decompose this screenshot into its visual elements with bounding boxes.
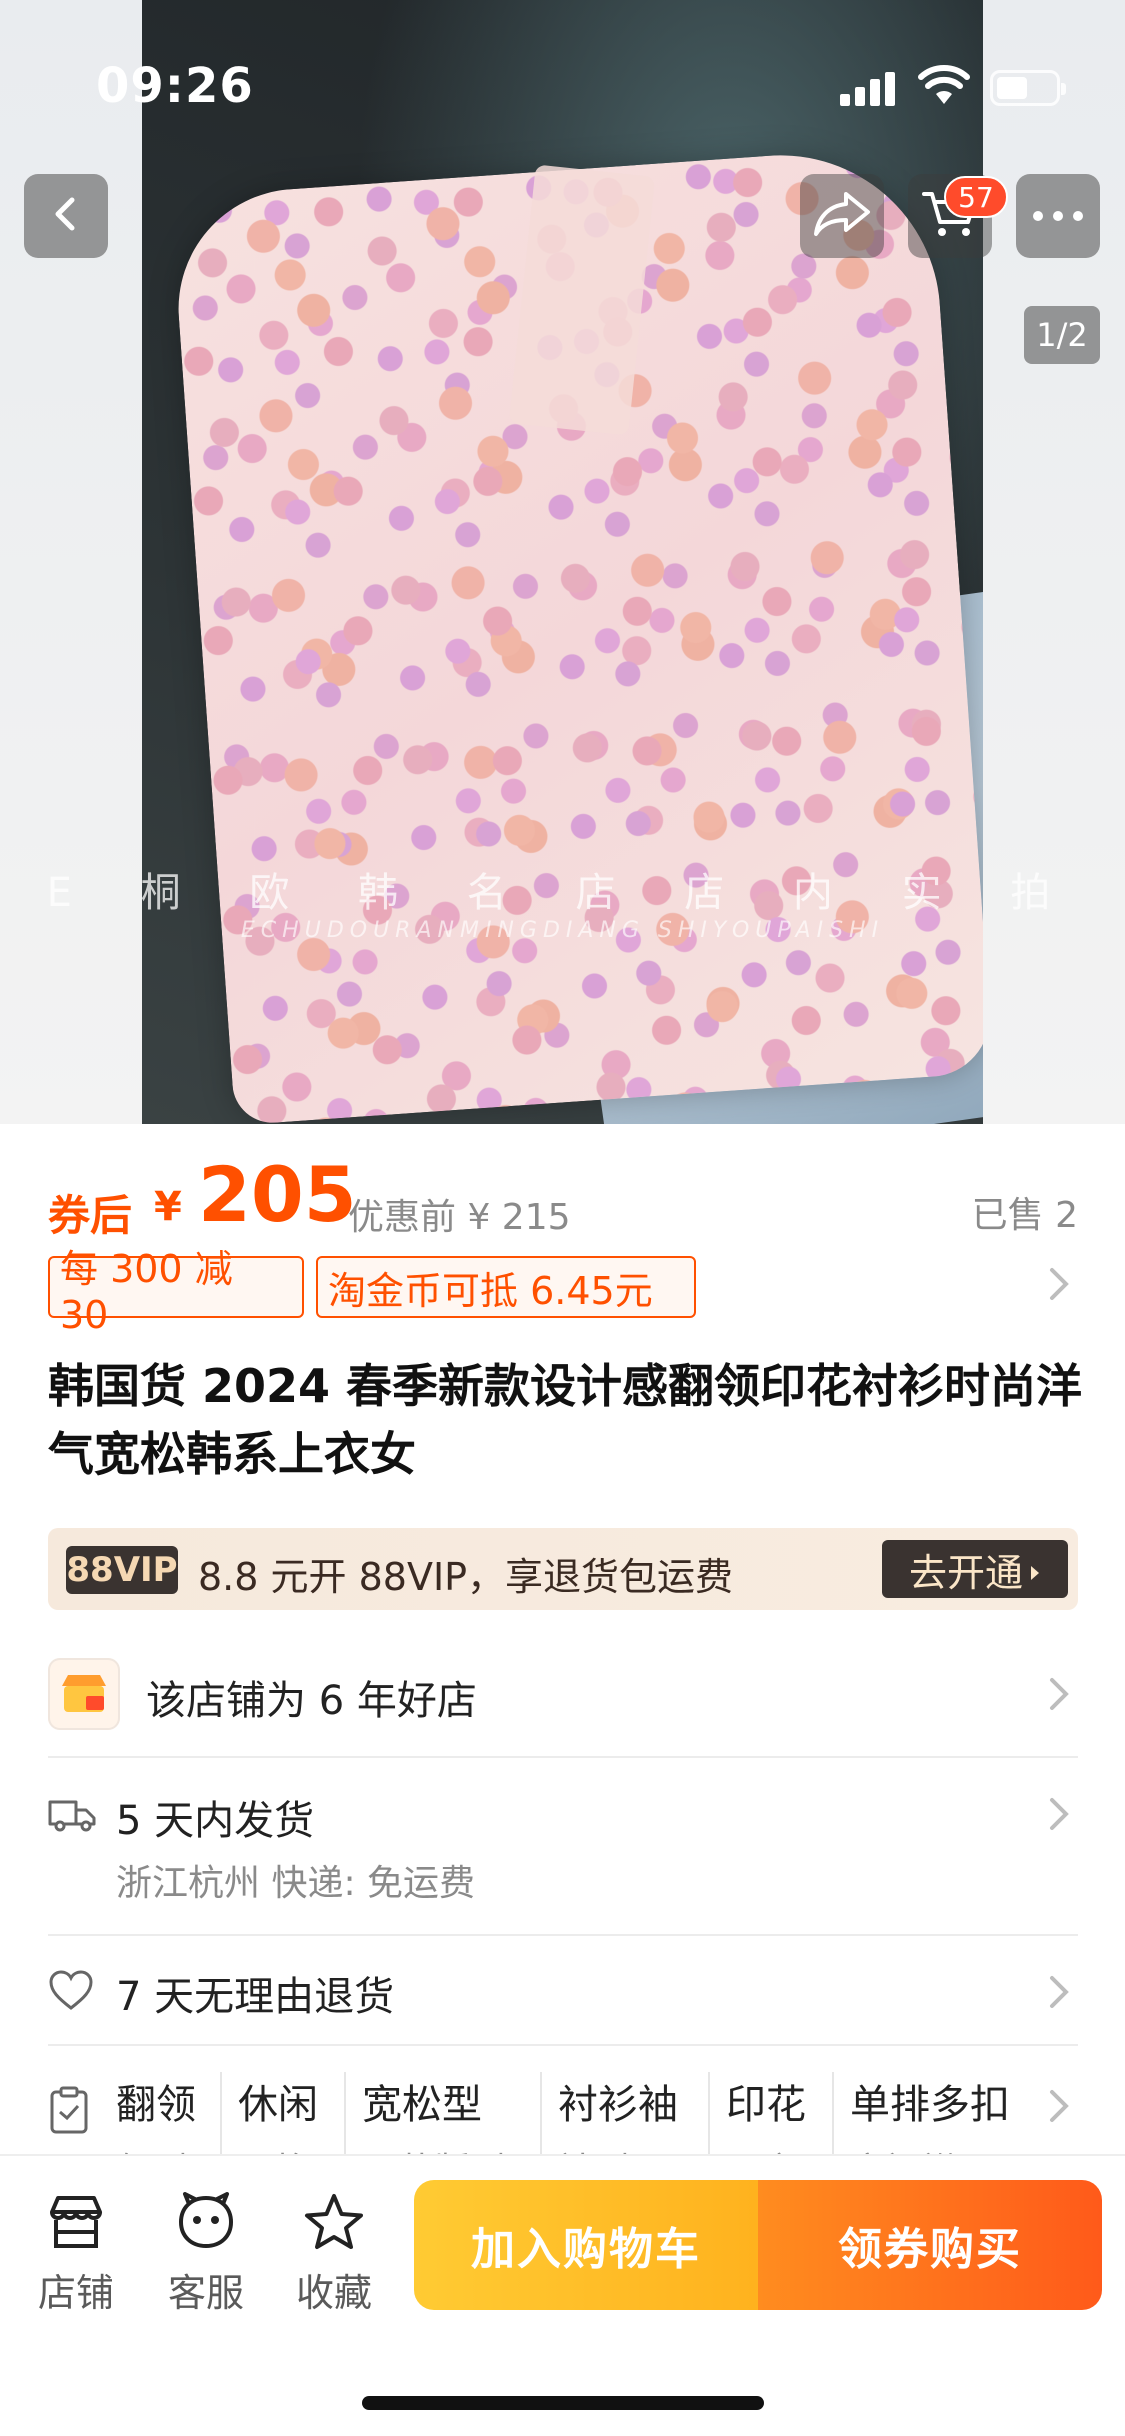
currency-symbol: ¥ <box>154 1184 182 1230</box>
product-title: 韩国货 2024 春季新款设计感翻领印花衬衫时尚洋气宽松韩系上衣女 <box>48 1359 1083 1481</box>
customer-service-button[interactable]: 客服 <box>156 2190 256 2317</box>
attr-value: 翻领 <box>116 2082 196 2128</box>
promo-tags-row[interactable]: 每 300 减 30 淘金币可抵 6.45元 <box>48 1247 1078 1337</box>
caret-right-icon <box>1029 1547 1041 1591</box>
wifi-icon <box>918 64 970 106</box>
sold-count: 已售 2 <box>971 1195 1078 1236</box>
attr-value: 休闲 <box>238 2082 318 2128</box>
chevron-right-icon <box>1048 1264 1072 1314</box>
returns-text: 7 天无理由退货 <box>116 1974 395 2020</box>
product-photo <box>142 0 983 1124</box>
bottom-action-bar: 店铺 客服 收藏 加入购物车 领券购买 <box>0 2154 1125 2436</box>
coupon-price-label: 券后 <box>48 1191 133 1240</box>
image-watermark: E 桐 欧 韩 名 店 店 内 实 拍 <box>46 870 1079 916</box>
divider <box>48 1756 1078 1758</box>
original-price: 优惠前 ¥ 215 <box>348 1197 571 1238</box>
image-watermark-sub: ECHUDOURANMINGDIANG SHIYOUPAISHI <box>240 918 885 943</box>
smiley-icon <box>174 2190 238 2254</box>
vip-open-button[interactable]: 去开通 <box>882 1540 1068 1598</box>
share-button[interactable] <box>800 174 884 258</box>
vip-promo-text: 8.8 元开 88VIP，享退货包运费 <box>198 1555 734 1599</box>
vip-logo: 88VIP <box>66 1546 178 1594</box>
returns-row[interactable]: 7 天无理由退货 <box>48 1960 1078 2030</box>
attr-value: 单排多扣 <box>850 2082 1010 2128</box>
promo-tag-coins[interactable]: 淘金币可抵 6.45元 <box>316 1256 696 1318</box>
attr-value: 印花 <box>726 2082 806 2128</box>
attr-value: 宽松型 <box>362 2082 482 2128</box>
shipping-time: 5 天内发货 <box>116 1798 315 1844</box>
chevron-right-icon <box>1048 1794 1072 1844</box>
clipboard-icon <box>48 2086 90 2138</box>
truck-icon <box>48 1794 96 1838</box>
divider <box>48 1934 1078 1936</box>
chevron-right-icon <box>1048 1972 1072 2022</box>
chevron-right-icon <box>1048 2086 1072 2136</box>
back-button[interactable] <box>24 174 108 258</box>
shop-rating-text: 该店铺为 6 年好店 <box>146 1678 477 1724</box>
share-icon <box>812 188 872 244</box>
vip-open-label: 去开通 <box>908 1550 1023 1595</box>
store-button[interactable]: 店铺 <box>26 2190 126 2317</box>
status-bar: 09:26 <box>0 0 1125 150</box>
shipping-row[interactable]: 5 天内发货 浙江杭州 快递: 免运费 <box>48 1784 1078 1904</box>
attr-value: 衬衫袖 <box>558 2082 678 2128</box>
divider <box>48 2044 1078 2046</box>
service-label: 客服 <box>167 2271 244 2315</box>
battery-icon <box>990 70 1066 106</box>
heart-shield-icon <box>48 1970 94 2016</box>
image-page-indicator: 1/2 <box>1024 306 1100 364</box>
store-icon <box>44 2190 108 2254</box>
product-image-carousel[interactable]: E 桐 欧 韩 名 店 店 内 实 拍 ECHUDOURANMINGDIANG … <box>0 0 1125 1124</box>
favorite-button[interactable]: 收藏 <box>284 2190 384 2317</box>
cart-count-badge: 57 <box>944 176 1008 218</box>
purchase-buttons: 加入购物车 领券购买 <box>414 2180 1102 2310</box>
price-row: 券后 ¥ 205 优惠前 ¥ 215 已售 2 <box>48 1150 1078 1240</box>
vip-promo-bar[interactable]: 88VIP 8.8 元开 88VIP，享退货包运费 去开通 <box>48 1528 1078 1610</box>
add-to-cart-button[interactable]: 加入购物车 <box>414 2180 758 2310</box>
favorite-label: 收藏 <box>295 2271 372 2315</box>
more-icon <box>1032 207 1084 226</box>
shop-rating-row[interactable]: 该店铺为 6 年好店 <box>48 1658 1078 1730</box>
home-indicator[interactable] <box>362 2396 764 2410</box>
cellular-signal-icon <box>840 70 900 106</box>
coupon-buy-button[interactable]: 领券购买 <box>758 2180 1102 2310</box>
shipping-detail: 浙江杭州 快递: 免运费 <box>116 1863 476 1904</box>
back-icon <box>46 194 86 238</box>
status-time: 09:26 <box>96 58 254 114</box>
star-icon <box>302 2190 366 2254</box>
shop-badge-icon <box>48 1658 120 1730</box>
chevron-right-icon <box>1048 1674 1072 1724</box>
store-label: 店铺 <box>37 2271 114 2315</box>
promo-tag-discount[interactable]: 每 300 减 30 <box>48 1247 304 1337</box>
more-button[interactable] <box>1016 174 1100 258</box>
price-value: 205 <box>198 1150 357 1239</box>
product-attributes-row[interactable]: 翻领 领型 休闲 风格 宽松型 服装版型 衬衫袖 袖型 印花 图案 单排多扣 衣… <box>48 2072 1078 2162</box>
